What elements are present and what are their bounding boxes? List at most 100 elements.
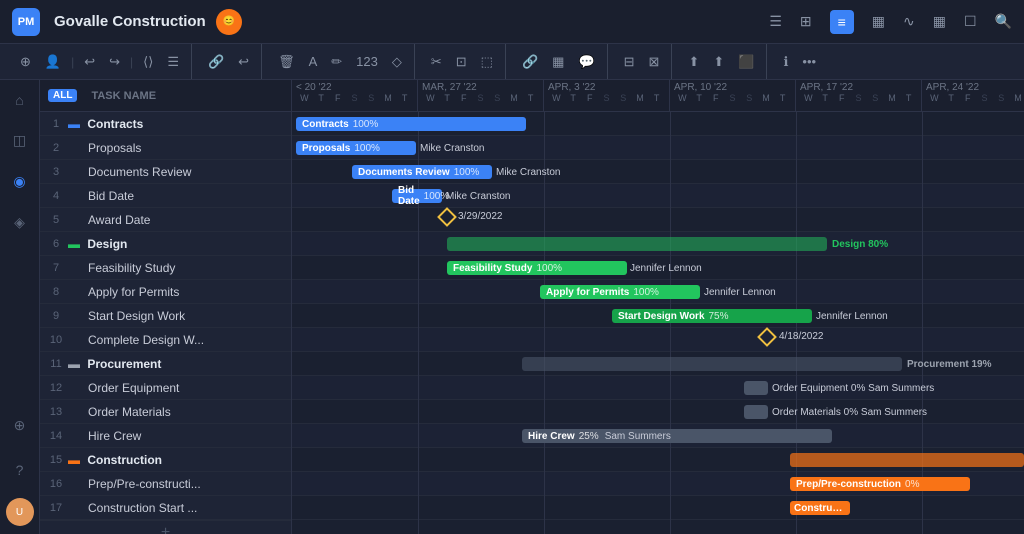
grid-btn[interactable]: ▦: [548, 52, 568, 72]
bid-date-bar[interactable]: Bid Date 100%: [392, 189, 442, 203]
permits-bar[interactable]: Apply for Permits 100%: [540, 285, 700, 299]
order-materials-bar[interactable]: [744, 405, 768, 419]
task-row[interactable]: 11 ▬ Procurement: [40, 352, 291, 376]
construction-start-bar[interactable]: Construction Start Date: [790, 501, 850, 515]
task-row[interactable]: 10 Complete Design W...: [40, 328, 291, 352]
cut-btn[interactable]: ✂: [427, 52, 446, 72]
design-work-bar[interactable]: Start Design Work 75%: [612, 309, 812, 323]
hire-crew-bar[interactable]: Hire Crew 25% Sam Summers: [522, 429, 832, 443]
add-btn[interactable]: ⊕: [16, 52, 35, 72]
bag-icon[interactable]: ◈: [10, 210, 29, 235]
day-cell: F: [581, 93, 598, 103]
documents-review-bar[interactable]: Documents Review 100%: [352, 165, 492, 179]
paste-btn[interactable]: ⬚: [477, 52, 497, 72]
list-view-icon[interactable]: ☰: [769, 13, 782, 30]
add-sidebar-icon[interactable]: ⊕: [10, 413, 30, 438]
procurement-bar[interactable]: [522, 357, 902, 371]
help-icon[interactable]: ?: [12, 458, 28, 482]
task-row[interactable]: 8 Apply for Permits: [40, 280, 291, 304]
group-collapse-icon[interactable]: ▬: [68, 453, 80, 467]
toolbar: ⊕ 👤 | ↩ ↪ | ⟨⟩ ☰ 🔗 ↩ 🗑 A ✏ 123 ◇ ✂ ⊡ ⬚ 🔗…: [0, 44, 1024, 80]
paint-btn[interactable]: ✏: [327, 52, 346, 72]
row-number: 10: [44, 334, 68, 346]
all-badge[interactable]: ALL: [48, 89, 77, 102]
group-collapse-icon[interactable]: ▬: [68, 117, 80, 131]
export2-btn[interactable]: ⬆: [709, 52, 728, 72]
proposals-bar[interactable]: Proposals 100%: [296, 141, 416, 155]
delete-btn[interactable]: 🗑: [274, 52, 299, 72]
contracts-bar[interactable]: Contracts 100%: [296, 117, 526, 131]
calendar-sidebar-icon[interactable]: ◫: [9, 128, 30, 153]
baseline-btn[interactable]: ⊟: [620, 52, 639, 72]
number-btn[interactable]: 123: [352, 52, 382, 71]
copy-btn[interactable]: ⊡: [452, 52, 471, 72]
task-row[interactable]: 3 Documents Review: [40, 160, 291, 184]
group-collapse-icon[interactable]: ▬: [68, 357, 80, 371]
list-btn[interactable]: ☰: [163, 52, 183, 72]
print-btn[interactable]: ⬛: [734, 52, 758, 72]
attach-btn[interactable]: 🔗: [518, 52, 542, 72]
order-equipment-bar[interactable]: [744, 381, 768, 395]
date-group: APR, 3 '22 W T F S S M T: [544, 80, 670, 111]
shape-btn[interactable]: ◇: [388, 52, 406, 72]
task-row[interactable]: 6 ▬ Design: [40, 232, 291, 256]
timeline-icon[interactable]: ∿: [903, 13, 915, 30]
user-sidebar-icon[interactable]: ◉: [9, 169, 29, 194]
task-row[interactable]: 14 Hire Crew: [40, 424, 291, 448]
group-collapse-icon[interactable]: ▬: [68, 237, 80, 251]
text-btn[interactable]: A: [305, 52, 322, 71]
add-user-btn[interactable]: 👤: [41, 52, 65, 72]
prep-bar[interactable]: Prep/Pre-construction 0%: [790, 477, 970, 491]
construction-group-bar[interactable]: [790, 453, 1024, 467]
bar-user: Jennifer Lennon: [704, 287, 776, 298]
unlink-btn[interactable]: ↩: [234, 52, 253, 72]
day-cell: S: [850, 93, 867, 103]
more-btn[interactable]: •••: [798, 52, 820, 71]
row-number: 14: [44, 430, 68, 442]
task-row[interactable]: 13 Order Materials: [40, 400, 291, 424]
home-icon[interactable]: ⌂: [11, 88, 27, 112]
task-row[interactable]: 17 Construction Start ...: [40, 496, 291, 520]
gantt-chart[interactable]: < 20 '22 W T F S S M T MAR, 27 '22 W T F: [292, 80, 1024, 534]
user-avatar[interactable]: 😊: [216, 9, 242, 35]
day-cell: F: [455, 93, 472, 103]
feasibility-bar[interactable]: Feasibility Study 100%: [447, 261, 627, 275]
date-group: APR, 17 '22 W T F S S M T: [796, 80, 922, 111]
task-row[interactable]: 7 Feasibility Study: [40, 256, 291, 280]
redo-btn[interactable]: ↪: [105, 52, 124, 72]
date-label: MAR, 27 '22: [422, 82, 539, 93]
user-avatar-sidebar[interactable]: U: [6, 498, 34, 526]
date-group: < 20 '22 W T F S S M T: [292, 80, 418, 111]
day-cell: W: [548, 93, 565, 103]
comment-btn[interactable]: 💬: [574, 52, 598, 72]
row-number: 15: [44, 454, 68, 466]
day-cell: W: [926, 93, 943, 103]
task-row[interactable]: 1 ▬ Contracts: [40, 112, 291, 136]
task-row[interactable]: 4 Bid Date: [40, 184, 291, 208]
design-group-bar[interactable]: [447, 237, 827, 251]
task-row[interactable]: 12 Order Equipment: [40, 376, 291, 400]
left-sidebar: ⌂ ◫ ◉ ◈ ⊕ ? U: [0, 80, 40, 534]
search-icon[interactable]: 🔍: [995, 13, 1012, 30]
bar-label: Proposals: [302, 143, 350, 154]
bar-label: Bid Date: [398, 185, 420, 207]
add-task-btn[interactable]: +: [40, 520, 291, 534]
info-btn[interactable]: ℹ: [779, 52, 792, 72]
export1-btn[interactable]: ⬆: [684, 52, 703, 72]
calendar-icon[interactable]: ▦: [933, 13, 946, 30]
task-row[interactable]: 5 Award Date: [40, 208, 291, 232]
baseline2-btn[interactable]: ⊠: [645, 52, 664, 72]
docs-icon[interactable]: ☐: [964, 13, 977, 30]
task-row[interactable]: 2 Proposals: [40, 136, 291, 160]
task-row[interactable]: 9 Start Design Work: [40, 304, 291, 328]
undo-btn[interactable]: ↩: [80, 52, 99, 72]
day-cell: W: [800, 93, 817, 103]
table-view-icon[interactable]: ▦: [872, 13, 885, 30]
gantt-view-icon[interactable]: ≡: [830, 10, 854, 34]
code-btn[interactable]: ⟨⟩: [139, 52, 157, 72]
task-row[interactable]: 16 Prep/Pre-constructi...: [40, 472, 291, 496]
bar-chart-icon[interactable]: ⊞: [800, 13, 812, 30]
task-row[interactable]: 15 ▬ Construction: [40, 448, 291, 472]
day-cell: S: [724, 93, 741, 103]
link-btn[interactable]: 🔗: [204, 52, 228, 72]
